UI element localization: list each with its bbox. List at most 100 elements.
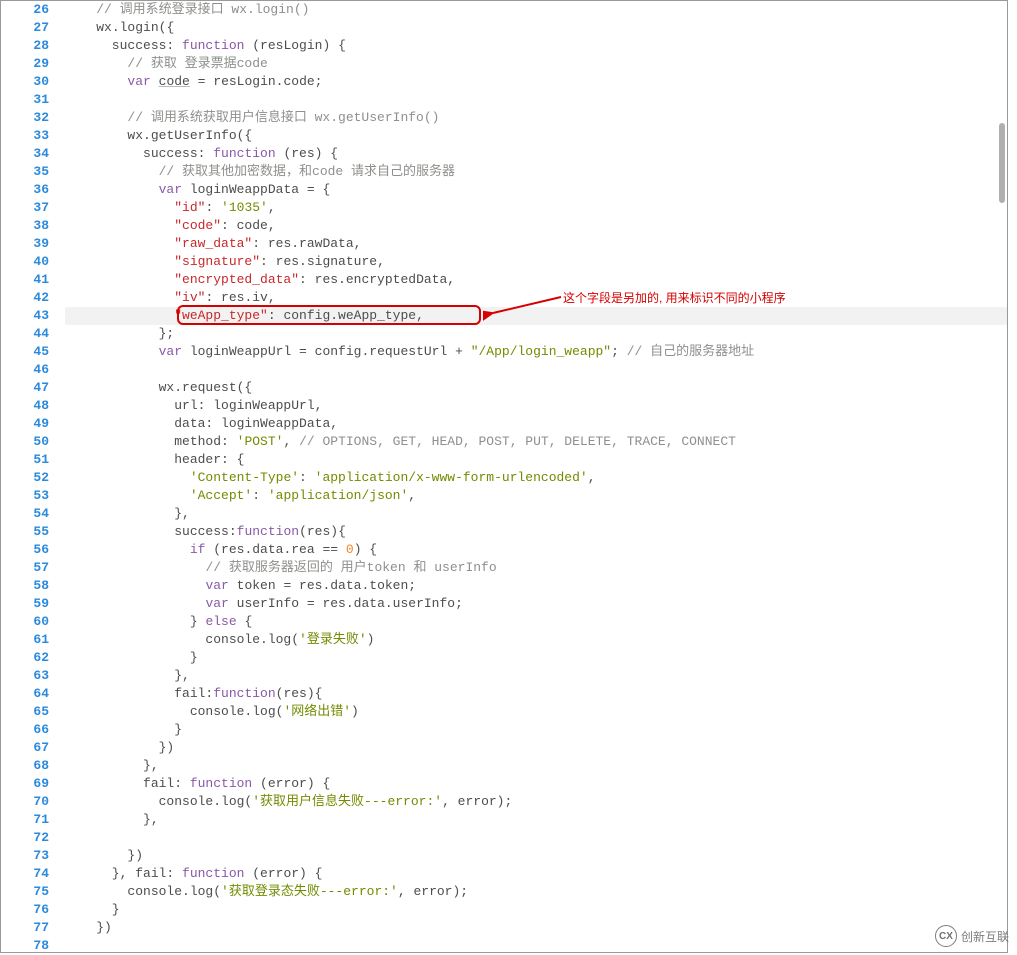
- code-line[interactable]: [65, 937, 1007, 955]
- code-line[interactable]: "id": '1035',: [65, 199, 1007, 217]
- code-token: ,: [283, 434, 299, 449]
- code-line[interactable]: var userInfo = res.data.userInfo;: [65, 595, 1007, 613]
- code-token: 0: [346, 542, 354, 557]
- code-token: "iv": [174, 290, 205, 305]
- line-number: 39: [1, 235, 49, 253]
- code-line[interactable]: },: [65, 505, 1007, 523]
- code-token: [65, 560, 205, 575]
- line-number: 76: [1, 901, 49, 919]
- code-token: var: [127, 74, 150, 89]
- code-token: token = res.data.token;: [229, 578, 416, 593]
- scrollbar-thumb[interactable]: [999, 123, 1005, 203]
- line-number: 35: [1, 163, 49, 181]
- code-line[interactable]: [65, 829, 1007, 847]
- code-line[interactable]: method: 'POST', // OPTIONS, GET, HEAD, P…: [65, 433, 1007, 451]
- code-line[interactable]: fail:function(res){: [65, 685, 1007, 703]
- code-line[interactable]: success:function(res){: [65, 523, 1007, 541]
- code-line[interactable]: "signature": res.signature,: [65, 253, 1007, 271]
- code-line[interactable]: "encrypted_data": res.encryptedData,: [65, 271, 1007, 289]
- code-line[interactable]: console.log('获取登录态失败---error:', error);: [65, 883, 1007, 901]
- code-token: (res.data.rea ==: [205, 542, 345, 557]
- line-number: 75: [1, 883, 49, 901]
- line-number: 44: [1, 325, 49, 343]
- code-line[interactable]: header: {: [65, 451, 1007, 469]
- line-number: 77: [1, 919, 49, 937]
- code-token: :: [198, 146, 214, 161]
- line-number: 34: [1, 145, 49, 163]
- line-number: 68: [1, 757, 49, 775]
- code-line[interactable]: }: [65, 901, 1007, 919]
- code-line[interactable]: success: function (resLogin) {: [65, 37, 1007, 55]
- code-token: [65, 542, 190, 557]
- code-line[interactable]: console.log('获取用户信息失败---error:', error);: [65, 793, 1007, 811]
- code-line[interactable]: data: loginWeappData,: [65, 415, 1007, 433]
- code-line[interactable]: "raw_data": res.rawData,: [65, 235, 1007, 253]
- code-line[interactable]: "code": code,: [65, 217, 1007, 235]
- code-token: = resLogin.code;: [190, 74, 323, 89]
- code-line[interactable]: var token = res.data.token;: [65, 577, 1007, 595]
- code-line[interactable]: "iv": res.iv,: [65, 289, 1007, 307]
- code-line[interactable]: wx.getUserInfo({: [65, 127, 1007, 145]
- code-line[interactable]: }: [65, 649, 1007, 667]
- code-token: , error);: [398, 884, 468, 899]
- code-line[interactable]: },: [65, 757, 1007, 775]
- code-editor[interactable]: 2627282930313233343536373839404142434445…: [0, 0, 1008, 953]
- code-line[interactable]: }: [65, 721, 1007, 739]
- code-line[interactable]: // 获取 登录票据code: [65, 55, 1007, 73]
- code-token: [65, 56, 127, 71]
- code-line[interactable]: },: [65, 667, 1007, 685]
- watermark-text: 创新互联: [961, 928, 1009, 945]
- code-token: : config.weApp_type,: [268, 308, 424, 323]
- code-area[interactable]: // 调用系统登录接口 wx.login() wx.login({ succes…: [57, 1, 1007, 952]
- code-token: console.log(: [65, 704, 283, 719]
- code-line[interactable]: // 调用系统获取用户信息接口 wx.getUserInfo(): [65, 109, 1007, 127]
- code-line[interactable]: console.log('登录失败'): [65, 631, 1007, 649]
- code-line[interactable]: // 获取其他加密数据，和code 请求自己的服务器: [65, 163, 1007, 181]
- code-line[interactable]: console.log('网络出错'): [65, 703, 1007, 721]
- code-line[interactable]: if (res.data.rea == 0) {: [65, 541, 1007, 559]
- line-number: 57: [1, 559, 49, 577]
- code-line[interactable]: 'Accept': 'application/json',: [65, 487, 1007, 505]
- code-line[interactable]: };: [65, 325, 1007, 343]
- code-token: :: [205, 200, 221, 215]
- code-line[interactable]: // 获取服务器返回的 用户token 和 userInfo: [65, 559, 1007, 577]
- code-token: "weApp_type": [174, 308, 268, 323]
- code-token: success:: [65, 524, 237, 539]
- code-token: login: [120, 20, 159, 35]
- code-line[interactable]: wx.login({: [65, 19, 1007, 37]
- code-line[interactable]: }): [65, 847, 1007, 865]
- code-token: var: [205, 596, 228, 611]
- code-token: },: [65, 668, 190, 683]
- code-line[interactable]: [65, 91, 1007, 109]
- code-line[interactable]: success: function (res) {: [65, 145, 1007, 163]
- line-number: 59: [1, 595, 49, 613]
- code-line[interactable]: 'Content-Type': 'application/x-www-form-…: [65, 469, 1007, 487]
- watermark-logo-icon: CX: [935, 925, 957, 947]
- code-token: ,: [268, 200, 276, 215]
- scrollbar-track[interactable]: [999, 1, 1005, 952]
- code-line[interactable]: } else {: [65, 613, 1007, 631]
- code-line[interactable]: // 调用系统登录接口 wx.login(): [65, 1, 1007, 19]
- code-token: {: [237, 614, 253, 629]
- code-token: // 调用系统获取用户信息接口 wx.getUserInfo(): [127, 110, 439, 125]
- code-token: : res.iv,: [205, 290, 275, 305]
- code-line[interactable]: wx.request({: [65, 379, 1007, 397]
- code-line[interactable]: [65, 361, 1007, 379]
- code-line[interactable]: }, fail: function (error) {: [65, 865, 1007, 883]
- code-line[interactable]: var loginWeappData = {: [65, 181, 1007, 199]
- code-token: (error) {: [252, 776, 330, 791]
- code-token: url: loginWeappUrl,: [65, 398, 322, 413]
- line-number: 30: [1, 73, 49, 91]
- code-line[interactable]: var loginWeappUrl = config.requestUrl + …: [65, 343, 1007, 361]
- code-line[interactable]: fail: function (error) {: [65, 775, 1007, 793]
- code-line[interactable]: url: loginWeappUrl,: [65, 397, 1007, 415]
- code-line[interactable]: }): [65, 919, 1007, 937]
- code-token: // OPTIONS, GET, HEAD, POST, PUT, DELETE…: [299, 434, 736, 449]
- code-token: data: loginWeappData,: [65, 416, 338, 431]
- code-line[interactable]: },: [65, 811, 1007, 829]
- code-token: "encrypted_data": [174, 272, 299, 287]
- code-line[interactable]: var code = resLogin.code;: [65, 73, 1007, 91]
- line-number: 72: [1, 829, 49, 847]
- code-line[interactable]: "weApp_type": config.weApp_type,: [65, 307, 1007, 325]
- code-line[interactable]: }): [65, 739, 1007, 757]
